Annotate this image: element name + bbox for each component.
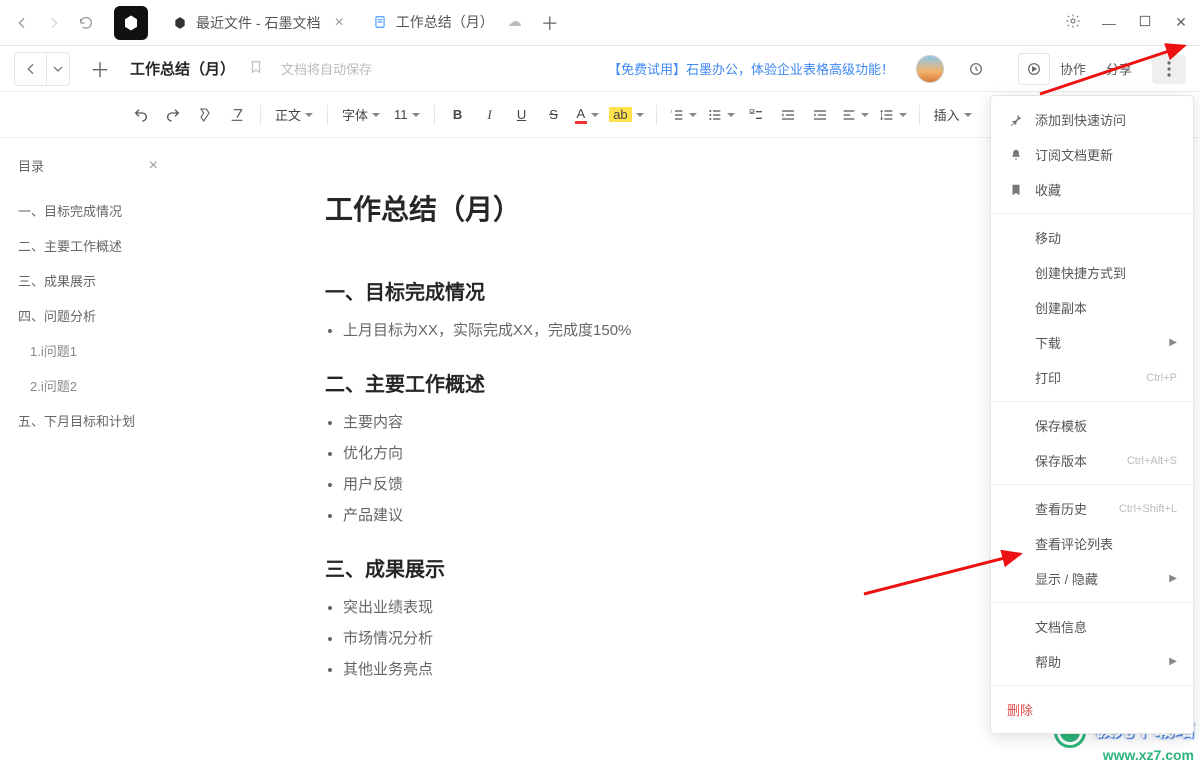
window-close-button[interactable]: ✕ — [1170, 14, 1192, 31]
menu-item[interactable]: 帮助▶ — [991, 644, 1193, 679]
menu-item[interactable]: 保存模板 — [991, 408, 1193, 443]
autosave-hint: 文档将自动保存 — [281, 59, 372, 78]
line-height-button[interactable] — [875, 100, 911, 130]
outline-panel: 目录 × 一、目标完成情况二、主要工作概述三、成果展示四、问题分析1.i问题12… — [0, 138, 170, 769]
menu-item[interactable]: 创建快捷方式到 — [991, 255, 1193, 290]
hexagon-icon — [172, 15, 188, 31]
promo-link[interactable]: 【免费试用】石墨办公，体验企业表格高级功能！ — [608, 59, 894, 78]
svg-text:1: 1 — [670, 108, 673, 113]
menu-item[interactable]: 保存版本Ctrl+Alt+S — [991, 443, 1193, 478]
underline-button[interactable]: U — [507, 100, 537, 130]
doc-back-button[interactable] — [15, 53, 47, 85]
bullet-item: 突出业绩表现 — [343, 596, 1045, 617]
history-icon[interactable] — [960, 53, 992, 85]
indent-decrease-button[interactable] — [773, 100, 803, 130]
undo-button[interactable] — [126, 100, 156, 130]
menu-item[interactable]: 下载▶ — [991, 325, 1193, 360]
bullet-item: 用户反馈 — [343, 473, 1045, 494]
format-painter-button[interactable] — [190, 100, 220, 130]
nav-forward-button[interactable] — [40, 9, 68, 37]
window-maximize-button[interactable] — [1134, 13, 1156, 32]
browser-tab-recent[interactable]: 最近文件 - 石墨文档 × — [158, 0, 358, 46]
new-tab-button[interactable]: ＋ — [536, 9, 564, 37]
strike-button[interactable]: S — [539, 100, 569, 130]
tab-label: 工作总结（月） — [396, 12, 494, 32]
outline-item[interactable]: 二、主要工作概述 — [18, 228, 158, 263]
unordered-list-button[interactable] — [703, 100, 739, 130]
paragraph-style-select[interactable]: 正文 — [269, 100, 319, 130]
menu-item[interactable]: 文档信息 — [991, 609, 1193, 644]
nav-group — [14, 52, 70, 86]
highlight-button[interactable]: ab — [605, 100, 647, 130]
new-doc-button[interactable]: ＋ — [84, 53, 116, 85]
collab-button[interactable]: 协作 — [1050, 59, 1096, 78]
bullet-item: 产品建议 — [343, 504, 1045, 525]
clear-format-button[interactable] — [222, 100, 252, 130]
close-outline-button[interactable]: × — [149, 157, 158, 175]
outline-item[interactable]: 一、目标完成情况 — [18, 193, 158, 228]
pin-icon — [1007, 113, 1025, 127]
doc-header: ＋ 工作总结（月） 文档将自动保存 【免费试用】石墨办公，体验企业表格高级功能！… — [0, 46, 1200, 92]
nav-reload-button[interactable] — [72, 9, 100, 37]
bold-button[interactable]: B — [443, 100, 473, 130]
doc-h1: 工作总结（月） — [325, 188, 1045, 228]
menu-item-delete[interactable]: 删除 — [991, 692, 1193, 727]
tab-label: 最近文件 - 石墨文档 — [196, 13, 320, 33]
browser-titlebar: 最近文件 - 石墨文档 × 工作总结（月） ☁ ＋ ― ✕ — [0, 0, 1200, 46]
outline-item[interactable]: 三、成果展示 — [18, 263, 158, 298]
menu-item[interactable]: 收藏 — [991, 172, 1193, 207]
share-button[interactable]: 分享 — [1096, 59, 1142, 78]
nav-back-button[interactable] — [8, 9, 36, 37]
more-menu: 添加到快速访问订阅文档更新收藏 移动创建快捷方式到创建副本下载▶打印Ctrl+P… — [990, 95, 1194, 734]
doc-icon — [372, 14, 388, 30]
menu-item[interactable]: 订阅文档更新 — [991, 137, 1193, 172]
bookmark-icon — [1007, 183, 1025, 197]
section-heading: 一、目标完成情况 — [325, 276, 1045, 305]
bell-icon — [1007, 148, 1025, 162]
bullet-item: 其他业务亮点 — [343, 658, 1045, 679]
outline-item[interactable]: 五、下月目标和计划 — [18, 403, 158, 438]
align-button[interactable] — [837, 100, 873, 130]
menu-item[interactable]: 查看评论列表 — [991, 526, 1193, 561]
bullet-item: 市场情况分析 — [343, 627, 1045, 648]
bullet-item: 上月目标为XX，实际完成XX，完成度150% — [343, 319, 1045, 340]
app-logo-icon — [114, 6, 148, 40]
checklist-button[interactable] — [741, 100, 771, 130]
window-minimize-button[interactable]: ― — [1098, 15, 1120, 31]
more-menu-button[interactable] — [1152, 54, 1186, 84]
font-family-select[interactable]: 字体 — [336, 100, 386, 130]
outline-item[interactable]: 四、问题分析 — [18, 298, 158, 333]
text-color-button[interactable]: A — [571, 100, 604, 130]
indent-increase-button[interactable] — [805, 100, 835, 130]
outline-item[interactable]: 2.i问题2 — [18, 368, 158, 403]
menu-item[interactable]: 查看历史Ctrl+Shift+L — [991, 491, 1193, 526]
browser-tab-document[interactable]: 工作总结（月） ☁ — [358, 0, 536, 46]
bullet-item: 优化方向 — [343, 442, 1045, 463]
close-icon[interactable]: × — [334, 14, 343, 32]
cloud-icon: ☁ — [508, 13, 522, 30]
avatar[interactable] — [916, 55, 944, 83]
settings-icon[interactable] — [1062, 13, 1084, 32]
present-button[interactable] — [1018, 53, 1050, 85]
menu-item[interactable]: 添加到快速访问 — [991, 102, 1193, 137]
italic-button[interactable]: I — [475, 100, 505, 130]
font-size-select[interactable]: 11 — [388, 100, 426, 130]
menu-item[interactable]: 移动 — [991, 220, 1193, 255]
menu-item[interactable]: 创建副本 — [991, 290, 1193, 325]
outline-item[interactable]: 1.i问题1 — [18, 333, 158, 368]
insert-select[interactable]: 插入 — [928, 100, 978, 130]
section-heading: 二、主要工作概述 — [325, 368, 1045, 397]
doc-back-dropdown[interactable] — [47, 53, 69, 85]
bullet-item: 主要内容 — [343, 411, 1045, 432]
redo-button[interactable] — [158, 100, 188, 130]
section-heading: 三、成果展示 — [325, 553, 1045, 582]
doc-title: 工作总结（月） — [130, 58, 235, 79]
bookmark-icon[interactable] — [249, 59, 263, 78]
menu-item[interactable]: 显示 / 隐藏▶ — [991, 561, 1193, 596]
menu-item[interactable]: 打印Ctrl+P — [991, 360, 1193, 395]
ordered-list-button[interactable]: 1 — [665, 100, 701, 130]
outline-title: 目录 — [18, 156, 44, 175]
